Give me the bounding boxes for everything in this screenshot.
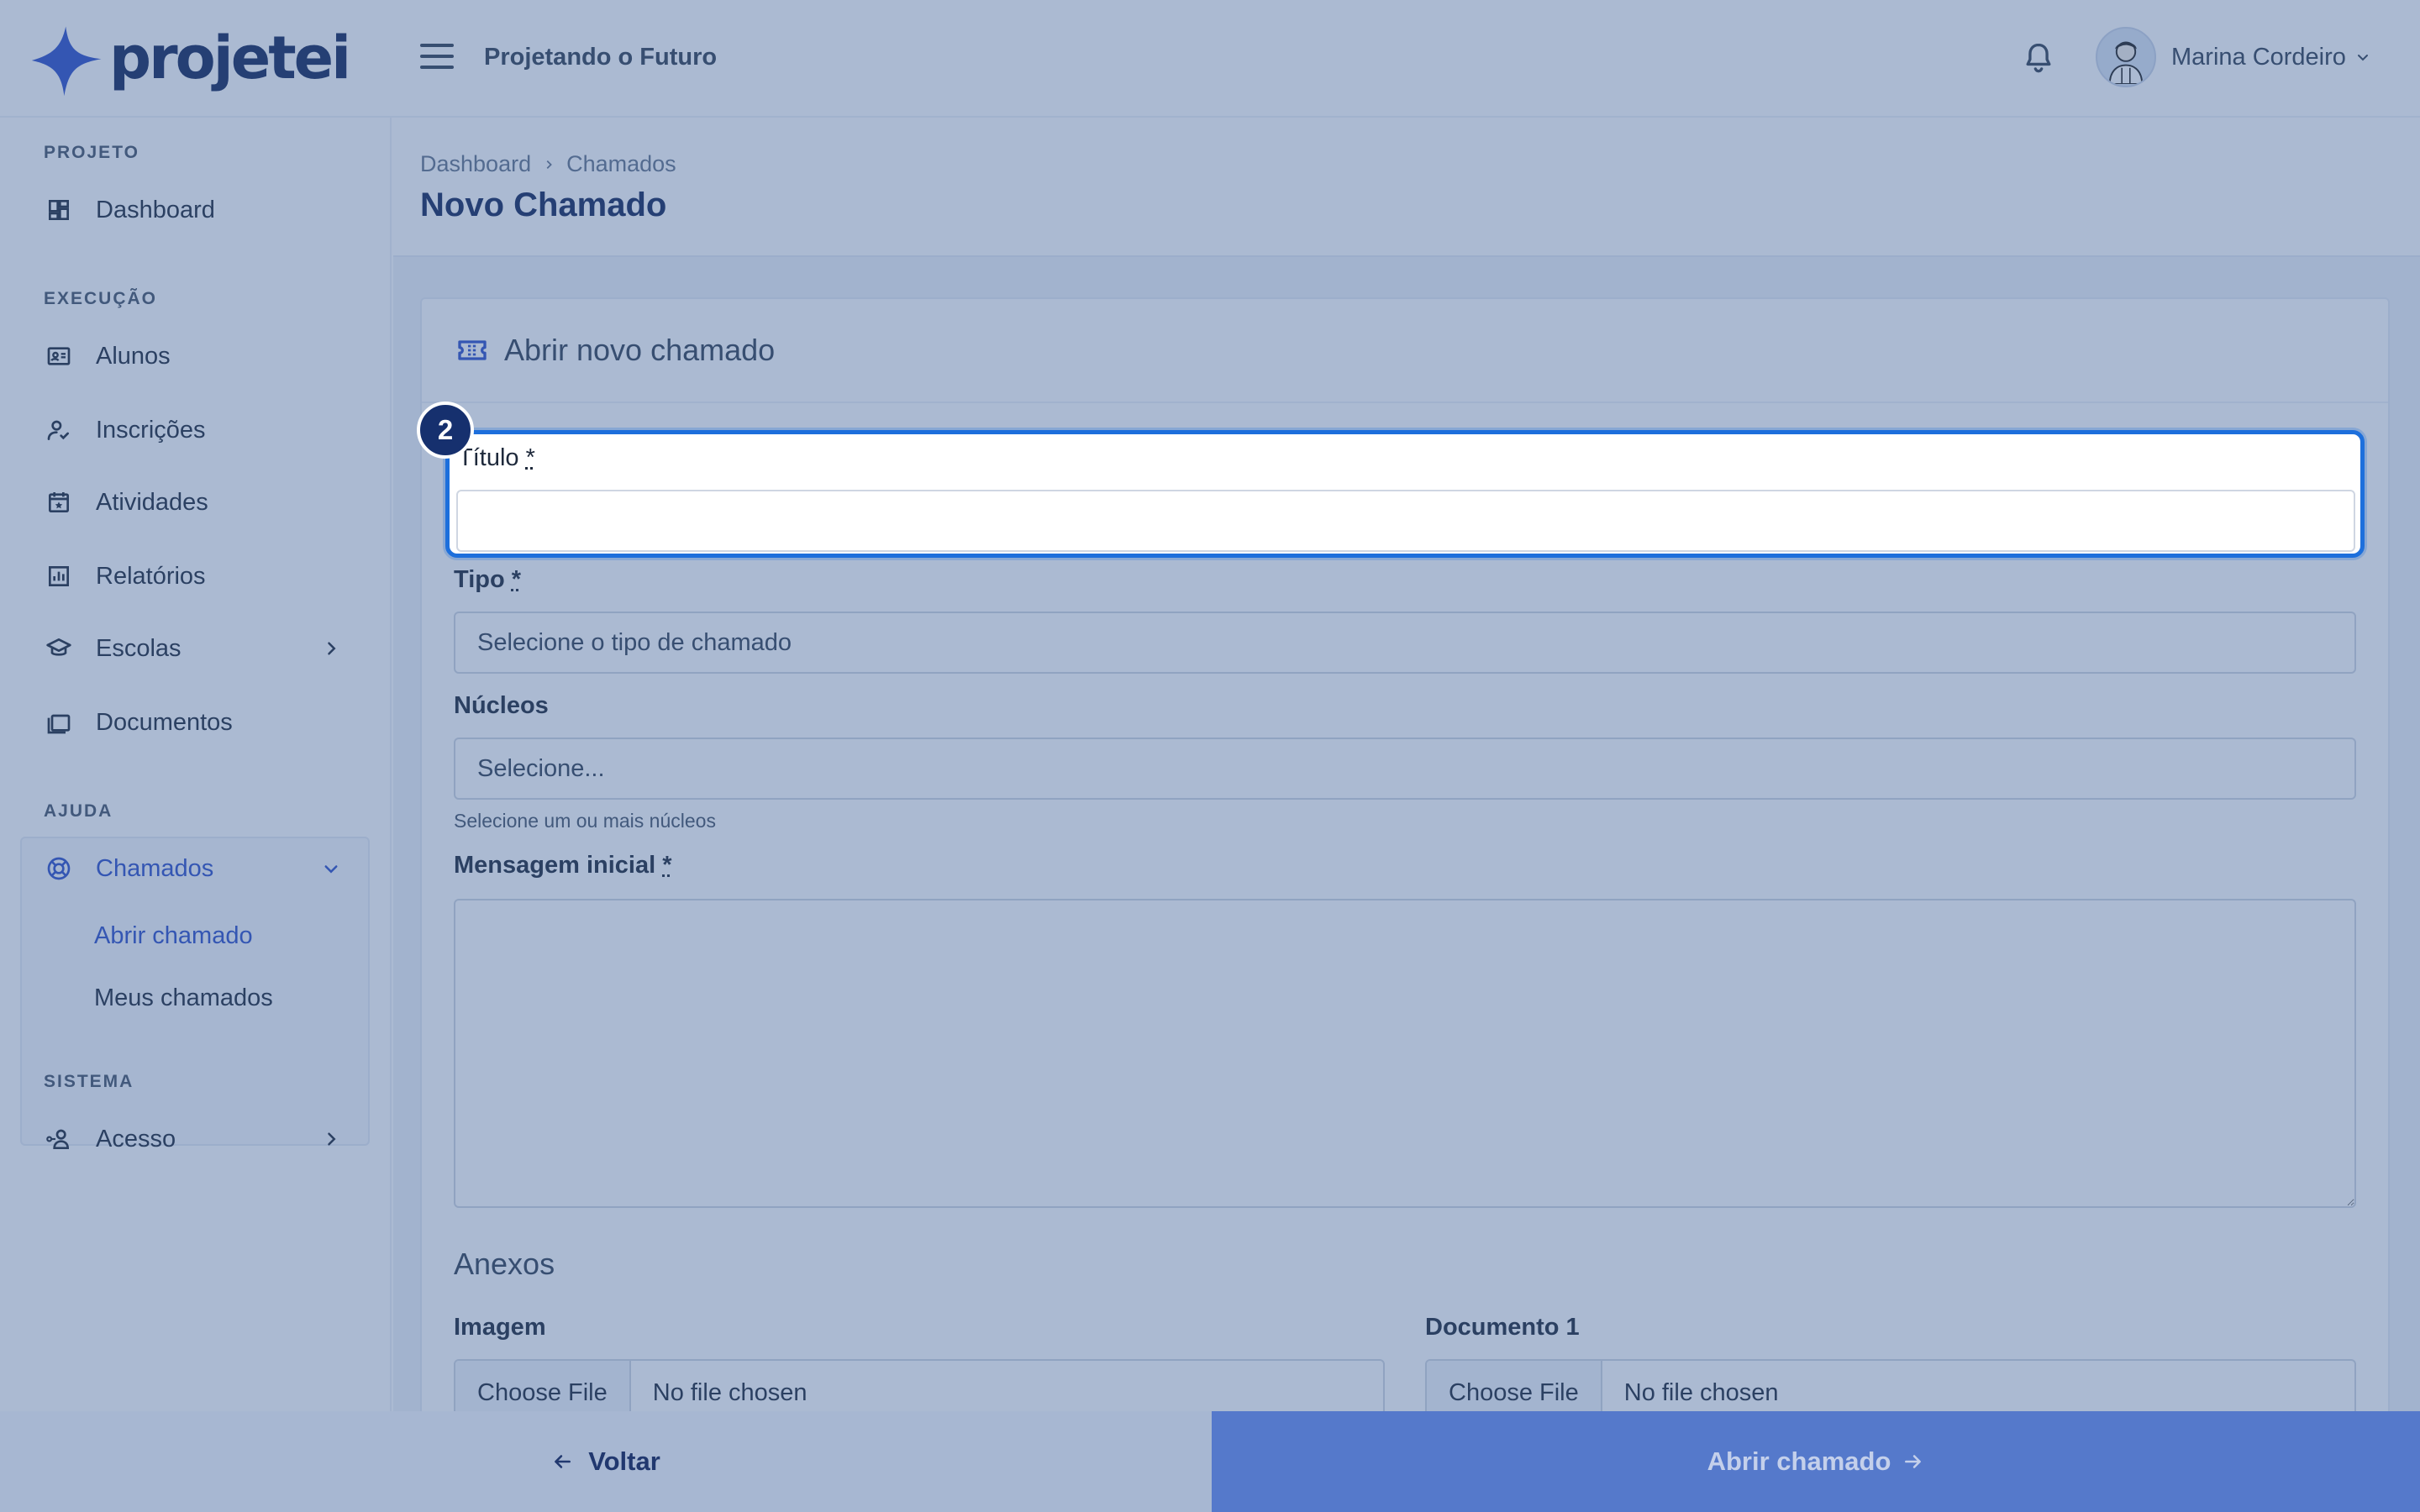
chevron-down-icon — [324, 865, 338, 874]
sidebar-item-label: Chamados — [96, 854, 214, 882]
card-title: Abrir novo chamado — [504, 333, 776, 367]
form-footer: Voltar Abrir chamado — [0, 1411, 2420, 1512]
nucleos-placeholder: Selecione... — [477, 754, 605, 782]
card-header: Abrir novo chamado — [422, 299, 2388, 403]
submit-button-label: Abrir chamado — [1707, 1446, 1891, 1476]
sidebar-section-projeto: PROJETO — [44, 143, 139, 162]
user-name: Marina Cordeiro — [2171, 43, 2346, 71]
nucleos-help-text: Selecione um ou mais núcleos — [454, 810, 716, 832]
sidebar-section-sistema: SISTEMA — [44, 1072, 134, 1091]
folders-icon — [44, 707, 74, 738]
tipo-label: Tipo * — [454, 566, 522, 593]
breadcrumb: Dashboard Chamados — [420, 151, 676, 177]
brand-name: projetei — [109, 24, 351, 92]
documento1-label: Documento 1 — [1425, 1314, 1580, 1341]
user-key-icon — [44, 1124, 74, 1154]
titulo-label-highlighted: Título * — [458, 444, 535, 471]
sidebar-item-acesso[interactable]: Acesso — [20, 1105, 370, 1173]
sidebar-item-relatorios[interactable]: Relatórios — [20, 543, 370, 610]
avatar — [2096, 27, 2156, 87]
sidebar-item-label: Dashboard — [96, 196, 215, 223]
school-icon — [44, 633, 74, 664]
sidebar-item-label: Inscrições — [96, 416, 206, 444]
page-title: Novo Chamado — [420, 186, 667, 223]
sidebar-item-label: Escolas — [96, 634, 182, 662]
arrow-left-icon — [555, 1455, 571, 1468]
sidebar-item-label: Relatórios — [96, 562, 206, 590]
back-button[interactable]: Voltar — [0, 1411, 1212, 1512]
sidebar-item-label: Atividades — [96, 488, 208, 516]
menu-toggle-button[interactable] — [420, 44, 454, 71]
submit-button[interactable]: Abrir chamado — [1212, 1411, 2420, 1512]
tutorial-step-badge: 2 — [417, 402, 474, 459]
menu-icon-bar — [420, 66, 454, 69]
mensagem-textarea[interactable] — [454, 899, 2356, 1208]
sidebar-subitem-meus-chamados[interactable]: Meus chamados — [94, 984, 273, 1012]
sidebar-section-ajuda: AJUDA — [44, 801, 113, 821]
brand-star-icon — [31, 26, 102, 97]
sidebar-item-chamados[interactable]: Chamados — [20, 835, 370, 902]
sidebar-item-label: Alunos — [96, 342, 171, 370]
sidebar-item-dashboard[interactable]: Dashboard — [20, 176, 370, 244]
sidebar-item-inscricoes[interactable]: Inscrições — [20, 396, 370, 464]
project-name: Projetando o Futuro — [484, 44, 718, 71]
ticket-icon — [458, 340, 487, 360]
sidebar-subitem-abrir-chamado[interactable]: Abrir chamado — [94, 922, 253, 950]
sidebar-item-label: Documentos — [96, 708, 233, 736]
sidebar-item-documentos[interactable]: Documentos — [20, 689, 370, 756]
anexos-title: Anexos — [454, 1247, 555, 1281]
sidebar-item-atividades[interactable]: Atividades — [20, 469, 370, 536]
imagem-file-status: No file chosen — [652, 1378, 808, 1406]
id-card-icon — [44, 341, 74, 371]
dashboard-icon — [44, 195, 74, 225]
titulo-input[interactable] — [456, 490, 2355, 552]
sidebar-item-escolas[interactable]: Escolas — [20, 615, 370, 682]
sidebar-item-label: Acesso — [96, 1125, 176, 1152]
lifebuoy-icon — [44, 853, 74, 884]
titulo-field-highlight: Título * — [445, 430, 2365, 558]
tipo-placeholder: Selecione o tipo de chamado — [477, 628, 792, 656]
mensagem-label: Mensagem inicial * — [454, 852, 672, 879]
page-header: Dashboard Chamados Novo Chamado — [393, 118, 2420, 257]
chevron-right-icon — [328, 642, 336, 655]
chevron-down-icon — [2357, 55, 2368, 61]
user-check-icon — [44, 415, 74, 445]
top-header: projetei Projetando o Futuro Marina Cord… — [0, 0, 2420, 118]
sidebar-item-alunos[interactable]: Alunos — [20, 323, 370, 390]
arrow-right-icon — [1905, 1455, 1922, 1468]
breadcrumb-dashboard[interactable]: Dashboard — [420, 151, 531, 177]
notifications-button[interactable] — [2020, 40, 2057, 77]
chevron-right-icon — [546, 160, 552, 169]
bar-chart-icon — [44, 561, 74, 591]
menu-icon — [420, 44, 454, 47]
main-content: Dashboard Chamados Novo Chamado Abrir no… — [393, 118, 2420, 1512]
imagem-label: Imagem — [454, 1314, 546, 1341]
nucleos-label: Núcleos — [454, 692, 549, 719]
nucleos-multiselect[interactable]: Selecione... — [454, 738, 2356, 800]
user-menu[interactable]: Marina Cordeiro — [2096, 27, 2370, 87]
sidebar-section-execucao: EXECUÇÃO — [44, 289, 158, 308]
sidebar: PROJETO Dashboard EXECUÇÃO Alunos Inscri… — [0, 118, 392, 1512]
menu-icon-bar — [420, 55, 454, 58]
brand-logo[interactable]: projetei — [30, 24, 351, 97]
bell-icon — [2026, 43, 2051, 73]
chevron-right-icon — [328, 1132, 336, 1146]
tipo-select[interactable]: Selecione o tipo de chamado — [454, 612, 2356, 674]
breadcrumb-chamados[interactable]: Chamados — [566, 151, 676, 177]
back-button-label: Voltar — [588, 1446, 660, 1476]
documento1-file-status: No file chosen — [1623, 1378, 1779, 1406]
calendar-star-icon — [44, 487, 74, 517]
